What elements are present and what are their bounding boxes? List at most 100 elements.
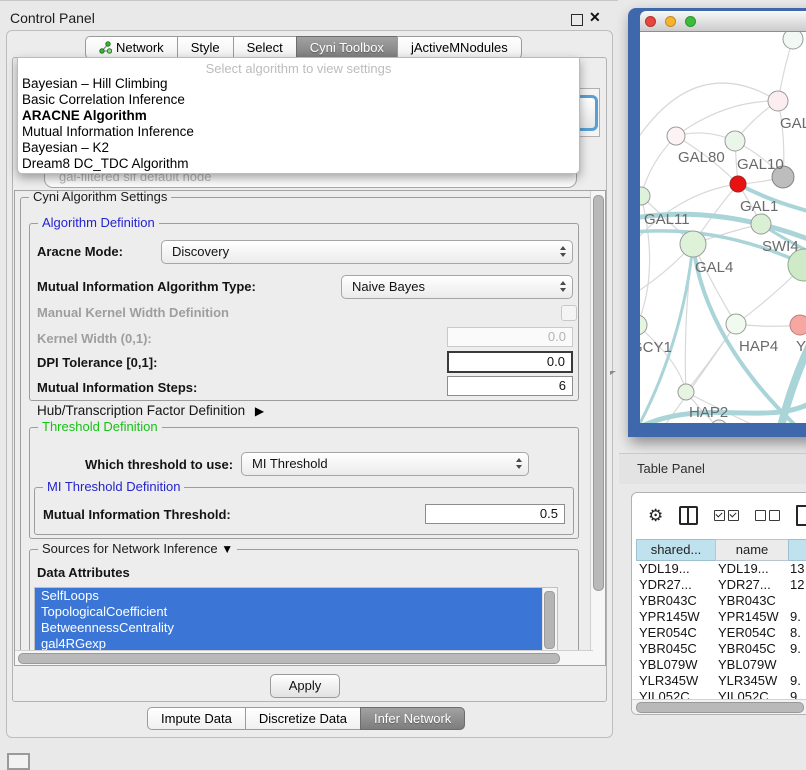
network-icon bbox=[99, 41, 112, 54]
scrollbar-thumb[interactable] bbox=[593, 195, 604, 591]
tab-jactivemnodules[interactable]: jActiveMNodules bbox=[397, 36, 522, 59]
settings-vertical-scrollbar[interactable] bbox=[590, 191, 605, 665]
table-toolbar: ⚙ bbox=[632, 493, 806, 537]
node-label: GAL bbox=[780, 115, 806, 132]
table-panel-title: Table Panel bbox=[637, 461, 705, 476]
table-row[interactable]: YBR045CYBR045C9. bbox=[632, 641, 806, 657]
new-table-icon[interactable] bbox=[796, 505, 806, 526]
float-window-icon[interactable] bbox=[571, 14, 583, 26]
group-title: MI Threshold Definition bbox=[43, 479, 184, 494]
tab-label: Cyni Toolbox bbox=[310, 37, 384, 58]
table-row[interactable]: YDR27...YDR27...12 bbox=[632, 577, 806, 593]
table-cell: 9. bbox=[790, 673, 801, 688]
which-threshold-label: Which threshold to use: bbox=[85, 457, 233, 472]
tab-impute-data[interactable]: Impute Data bbox=[147, 707, 246, 730]
scrollbar-thumb[interactable] bbox=[544, 591, 555, 649]
node-label: GCY1 bbox=[640, 339, 672, 356]
network-node[interactable] bbox=[678, 384, 694, 400]
aracne-mode-combobox[interactable]: Discovery bbox=[161, 240, 573, 264]
network-node[interactable] bbox=[680, 231, 706, 257]
group-title: Sources for Network Inference ▼ bbox=[38, 541, 237, 556]
scrollbar-thumb[interactable] bbox=[636, 702, 804, 713]
manual-kernel-checkbox[interactable] bbox=[561, 305, 577, 321]
table-cell: YPR145W bbox=[718, 609, 779, 624]
network-node[interactable] bbox=[667, 127, 685, 145]
tab-label: Infer Network bbox=[374, 708, 451, 729]
mi-algorithm-type-combobox[interactable]: Naive Bayes bbox=[341, 275, 573, 299]
table-row[interactable]: YIL052CYIL052C9 bbox=[632, 689, 806, 699]
kernel-width-field[interactable]: 0.0 bbox=[447, 327, 573, 347]
network-node[interactable] bbox=[790, 315, 806, 335]
splitter-arrow-icon[interactable] bbox=[610, 371, 616, 375]
tab-style[interactable]: Style bbox=[177, 36, 234, 59]
settings-horizontal-scrollbar[interactable] bbox=[15, 650, 593, 665]
algorithm-option[interactable]: Basic Correlation Inference bbox=[18, 92, 579, 108]
network-node[interactable] bbox=[768, 91, 788, 111]
close-button[interactable] bbox=[645, 16, 656, 27]
table-row[interactable]: YER054CYER054C8. bbox=[632, 625, 806, 641]
network-node[interactable] bbox=[751, 214, 771, 234]
group-title: Threshold Definition bbox=[38, 419, 162, 434]
table-cell: YER054C bbox=[639, 625, 697, 640]
tab-cyni-toolbox[interactable]: Cyni Toolbox bbox=[296, 36, 398, 59]
table-cell: 8. bbox=[790, 625, 801, 640]
table-cell: YLR345W bbox=[718, 673, 777, 688]
network-node[interactable] bbox=[726, 314, 746, 334]
table-row[interactable]: YBR043CYBR043C bbox=[632, 593, 806, 609]
table-cell: 13 bbox=[790, 561, 804, 576]
minimize-button[interactable] bbox=[665, 16, 676, 27]
tab-label: Style bbox=[191, 37, 220, 58]
attribute-item[interactable]: SelfLoops bbox=[35, 588, 549, 604]
gear-icon[interactable]: ⚙ bbox=[648, 507, 663, 524]
group-title: Algorithm Definition bbox=[38, 215, 159, 230]
close-icon[interactable]: ✕ bbox=[589, 9, 601, 26]
scrollbar-thumb[interactable] bbox=[18, 653, 560, 664]
table-row[interactable]: YPR145WYPR145W9. bbox=[632, 609, 806, 625]
mi-threshold-field[interactable]: 0.5 bbox=[425, 504, 565, 524]
mi-steps-field[interactable]: 6 bbox=[447, 376, 573, 396]
table-row[interactable]: YLR345WYLR345W9. bbox=[632, 673, 806, 689]
table-cell: YBR045C bbox=[639, 641, 697, 656]
network-edge bbox=[676, 101, 778, 136]
algorithm-option[interactable]: Dream8 DC_TDC Algorithm bbox=[18, 156, 579, 172]
dpi-tolerance-field[interactable]: 0.0 bbox=[447, 351, 573, 373]
algorithm-option[interactable]: Bayesian – Hill Climbing bbox=[18, 76, 579, 92]
dpi-tolerance-label: DPI Tolerance [0,1]: bbox=[37, 355, 157, 370]
network-node[interactable] bbox=[783, 32, 803, 49]
deselect-columns-icon[interactable] bbox=[755, 510, 780, 521]
algorithm-option[interactable]: ARACNE Algorithm bbox=[18, 108, 579, 124]
tab-select[interactable]: Select bbox=[233, 36, 297, 59]
table-cell: 9. bbox=[790, 609, 801, 624]
mi-algorithm-type-label: Mutual Information Algorithm Type: bbox=[37, 279, 256, 294]
algorithm-option[interactable]: Bayesian – K2 bbox=[18, 140, 579, 156]
network-edge bbox=[641, 136, 676, 196]
split-columns-icon[interactable] bbox=[679, 506, 698, 525]
table-row[interactable]: YBL079WYBL079W bbox=[632, 657, 806, 673]
attribute-item[interactable]: BetweennessCentrality bbox=[35, 620, 549, 636]
network-canvas[interactable]: GALGAL80GAL10GAL1GAL11SWI4GAL4GCY1HAP4YH… bbox=[640, 32, 806, 423]
network-node[interactable] bbox=[730, 176, 746, 192]
table-row[interactable]: YDL19...YDL19...13 bbox=[632, 561, 806, 577]
column-header[interactable] bbox=[788, 539, 806, 561]
network-node[interactable] bbox=[640, 315, 647, 335]
hub-definition-expander[interactable]: Hub/Transcription Factor Definition ▶ bbox=[37, 403, 264, 418]
network-window-titlebar[interactable] bbox=[640, 11, 806, 32]
attribute-item[interactable]: TopologicalCoefficient bbox=[35, 604, 549, 620]
tab-infer-network[interactable]: Infer Network bbox=[360, 707, 465, 730]
select-all-columns-icon[interactable] bbox=[714, 510, 739, 521]
tab-discretize-data[interactable]: Discretize Data bbox=[245, 707, 361, 730]
zoom-button[interactable] bbox=[685, 16, 696, 27]
combobox-value: Discovery bbox=[162, 241, 572, 263]
column-header[interactable]: name bbox=[715, 539, 789, 561]
mi-steps-label: Mutual Information Steps: bbox=[37, 380, 197, 395]
network-node[interactable] bbox=[725, 131, 745, 151]
cyni-settings-scrollpane: Cyni Algorithm Settings Algorithm Defini… bbox=[14, 190, 606, 666]
which-threshold-combobox[interactable]: MI Threshold bbox=[241, 452, 529, 476]
tab-network[interactable]: Network bbox=[85, 36, 178, 59]
apply-button[interactable]: Apply bbox=[270, 674, 340, 698]
algorithm-option[interactable]: Mutual Information Inference bbox=[18, 124, 579, 140]
table-cell: 9. bbox=[790, 641, 801, 656]
column-header[interactable]: shared... bbox=[636, 539, 716, 561]
table-horizontal-scrollbar[interactable] bbox=[632, 699, 806, 714]
table-cell: YIL052C bbox=[639, 689, 690, 699]
